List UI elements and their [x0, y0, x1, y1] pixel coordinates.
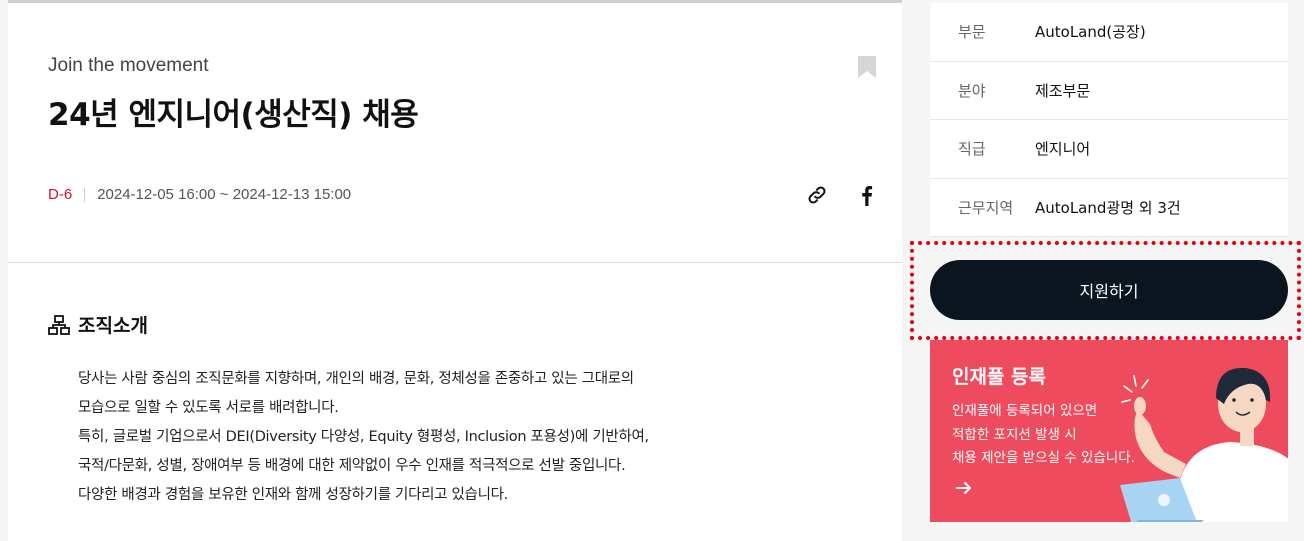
info-value: 엔지니어 — [1035, 140, 1091, 159]
org-chart-icon — [48, 314, 70, 335]
description-line: 다양한 배경과 경험을 보유한 인재와 함께 성장하기를 기다리고 있습니다. — [78, 487, 508, 503]
apply-button[interactable]: 지원하기 — [930, 260, 1288, 320]
meta-divider — [84, 187, 86, 202]
info-value: AutoLand(공장) — [1035, 23, 1146, 42]
info-label: 부문 — [958, 23, 986, 42]
info-row-location: 근무지역 AutoLand광명 외 3건 — [930, 178, 1288, 237]
talent-desc-line: 인재풀에 등록되어 있으면 — [952, 403, 1098, 419]
arrow-right-icon[interactable] — [954, 478, 974, 498]
info-row-field: 분야 제조부문 — [930, 61, 1288, 120]
talent-desc-line: 적합한 포지션 발생 시 — [952, 426, 1077, 443]
job-detail-panel: Join the movement 24년 엔지니어(생산직) 채용 D-6 2… — [8, 0, 902, 541]
talent-desc-line: 채용 제안을 받으실 수 있습니다. — [952, 450, 1135, 466]
job-meta: D-6 2024-12-05 16:00 ~ 2024-12-13 15:00 — [48, 186, 351, 203]
description-line: 당사는 사람 중심의 조직문화를 지향하며, 개인의 배경, 문화, 정체성을 … — [78, 371, 634, 387]
info-row-division: 부문 AutoLand(공장) — [930, 3, 1288, 62]
bookmark-icon[interactable] — [858, 56, 876, 78]
section-header: 조직소개 — [48, 311, 148, 338]
description-line: 모습으로 일할 수 있도록 서로를 배려합니다. — [78, 400, 339, 416]
description-line: 특히, 글로벌 기업으로서 DEI(Diversity 다양성, Equity … — [78, 429, 649, 445]
info-value: AutoLand광명 외 3건 — [1035, 198, 1181, 217]
section-divider — [8, 262, 902, 263]
info-label: 분야 — [958, 81, 986, 100]
org-description: 당사는 사람 중심의 조직문화를 지향하며, 개인의 배경, 문화, 정체성을 … — [78, 365, 798, 510]
person-pointing-illustration — [1120, 367, 1288, 522]
facebook-icon[interactable] — [858, 184, 876, 206]
info-value: 제조부문 — [1035, 81, 1091, 100]
info-label: 직급 — [958, 140, 986, 159]
job-subtitle: Join the movement — [48, 55, 209, 76]
talent-pool-description: 인재풀에 등록되어 있으면 적합한 포지션 발생 시 채용 제안을 받으실 수 … — [952, 400, 1135, 471]
section-title: 조직소개 — [78, 315, 148, 337]
info-label: 근무지역 — [958, 198, 1014, 217]
job-title: 24년 엔지니어(생산직) 채용 — [48, 97, 419, 133]
job-info-sidebar: 부문 AutoLand(공장) 분야 제조부문 직급 엔지니어 근무지역 Aut… — [930, 3, 1288, 237]
description-line: 국적/다문화, 성별, 장애여부 등 배경에 대한 제약없이 우수 인재를 적극… — [78, 458, 626, 474]
dday-badge: D-6 — [48, 186, 73, 203]
info-row-rank: 직급 엔지니어 — [930, 120, 1288, 179]
application-period: 2024-12-05 16:00 ~ 2024-12-13 15:00 — [97, 186, 352, 203]
talent-pool-banner[interactable]: 인재풀 등록 인재풀에 등록되어 있으면 적합한 포지션 발생 시 채용 제안을… — [930, 340, 1288, 522]
talent-pool-title: 인재풀 등록 — [952, 366, 1047, 388]
link-icon[interactable] — [806, 184, 828, 206]
